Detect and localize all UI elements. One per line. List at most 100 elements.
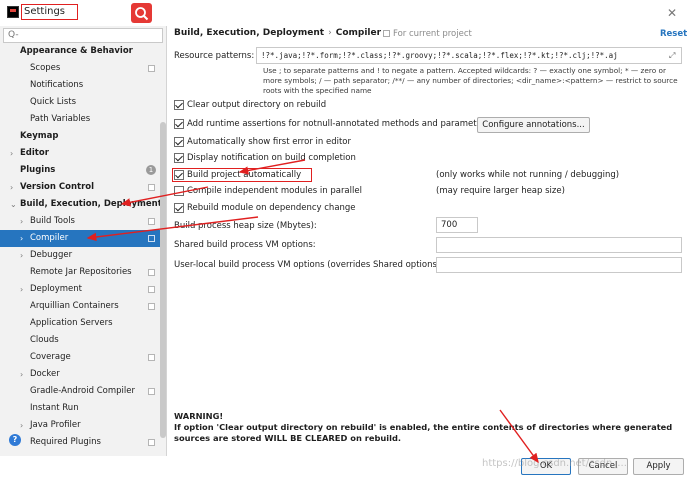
sidebar-item-remote-jar-repositories[interactable]: Remote Jar Repositories: [0, 264, 160, 281]
chevron-down-icon[interactable]: ⌄: [10, 196, 17, 213]
sidebar-item-compiler[interactable]: › Compiler: [0, 230, 160, 247]
sidebar-item-application-servers[interactable]: Application Servers: [0, 315, 160, 332]
sidebar-item-required-plugins[interactable]: Required Plugins: [0, 434, 160, 451]
rebuild-dependency-label: Rebuild module on dependency change: [187, 203, 356, 213]
sidebar-item-editor[interactable]: › Editor: [0, 145, 160, 162]
rebuild-dependency-checkbox[interactable]: [174, 203, 184, 213]
sidebar-search-input[interactable]: Q-: [3, 28, 163, 43]
for-current-project-label: For current project: [383, 29, 472, 39]
help-icon[interactable]: ?: [9, 434, 21, 446]
sidebar-scrollbar[interactable]: [160, 122, 166, 438]
settings-tree: Appearance & Behavior Scopes Notifications…: [0, 43, 162, 451]
resource-patterns-input[interactable]: !?*.java;!?*.form;!?*.class;!?*.groovy;!…: [256, 47, 682, 64]
project-scope-icon: [148, 218, 155, 225]
chevron-right-icon[interactable]: ›: [10, 179, 13, 196]
search-field-icon: Q-: [8, 30, 19, 40]
user-vm-options-input[interactable]: [436, 257, 682, 273]
sidebar-item-label: Gradle-Android Compiler: [30, 386, 135, 396]
sidebar-item-java-profiler[interactable]: › Java Profiler: [0, 417, 160, 434]
sidebar-item-label: Keymap: [20, 131, 59, 141]
warning-title: WARNING!: [174, 411, 224, 421]
sidebar-item-label: Quick Lists: [30, 97, 77, 107]
apply-button[interactable]: Apply: [633, 458, 684, 475]
resource-patterns-hint: Use ; to separate patterns and ! to nega…: [263, 66, 678, 95]
chevron-right-icon[interactable]: ›: [10, 145, 13, 162]
sidebar-item-plugins[interactable]: Plugins 1: [0, 162, 160, 179]
sidebar-item-label: Plugins: [20, 165, 56, 175]
sidebar-item-instant-run[interactable]: Instant Run: [0, 400, 160, 417]
sidebar-item-gradle-android-compiler[interactable]: Gradle-Android Compiler: [0, 383, 160, 400]
sidebar-item-label: Docker: [30, 369, 60, 379]
sidebar-item-label: Required Plugins: [30, 437, 101, 447]
chevron-right-icon[interactable]: ›: [20, 213, 23, 230]
show-first-error-checkbox[interactable]: [174, 137, 184, 147]
intellij-app-icon: [7, 6, 19, 18]
sidebar-item-scopes[interactable]: Scopes: [0, 60, 160, 77]
sidebar-item-keymap[interactable]: Keymap: [0, 128, 160, 145]
configure-annotations-button[interactable]: Configure annotations...: [477, 117, 590, 133]
expand-field-icon[interactable]: ⤢: [669, 51, 675, 61]
project-scope-icon: [148, 388, 155, 395]
heap-size-label: Build process heap size (Mbytes):: [174, 221, 317, 231]
title-bar: Settings ✕: [0, 0, 692, 26]
annotation-highlight-box: [172, 168, 312, 182]
sidebar-item-version-control[interactable]: › Version Control: [0, 179, 160, 196]
sidebar-item-label: Coverage: [30, 352, 71, 362]
sidebar-item-label: Deployment: [30, 284, 82, 294]
compile-parallel-note: (may require larger heap size): [436, 186, 565, 196]
add-assertions-checkbox[interactable]: [174, 119, 184, 129]
sidebar-item-label: Build, Execution, Deployment: [20, 199, 162, 209]
heap-size-input[interactable]: 700: [436, 217, 478, 233]
sidebar-item-label: Scopes: [30, 63, 61, 73]
sidebar-item-label: Clouds: [30, 335, 59, 345]
sidebar-item-build-tools[interactable]: › Build Tools: [0, 213, 160, 230]
sidebar-item-debugger[interactable]: › Debugger: [0, 247, 160, 264]
annotation-title-box: [21, 4, 78, 20]
sidebar-item-arquillian-containers[interactable]: Arquillian Containers: [0, 298, 160, 315]
chevron-right-icon[interactable]: ›: [20, 366, 23, 383]
reset-link[interactable]: Reset: [660, 29, 687, 39]
compile-parallel-checkbox[interactable]: [174, 186, 184, 196]
display-notification-checkbox[interactable]: [174, 153, 184, 163]
search-settings-button[interactable]: [131, 3, 152, 23]
sidebar-item-label: Notifications: [30, 80, 84, 90]
sidebar-item-deployment[interactable]: › Deployment: [0, 281, 160, 298]
sidebar-item-label: Version Control: [20, 182, 95, 192]
shared-vm-options-input[interactable]: [436, 237, 682, 253]
clear-output-label: Clear output directory on rebuild: [187, 100, 327, 110]
settings-sidebar: Q- Appearance & Behavior Scopes Notificati…: [0, 26, 167, 456]
chevron-right-icon[interactable]: ›: [20, 230, 23, 247]
sidebar-item-quick-lists[interactable]: Quick Lists: [0, 94, 160, 111]
update-count-badge: 1: [146, 165, 156, 175]
sidebar-item-label: Arquillian Containers: [30, 301, 119, 311]
sidebar-item-label: Editor: [20, 148, 49, 158]
sidebar-item-label: Application Servers: [30, 318, 113, 328]
breadcrumb: Build, Execution, Deployment › Compiler: [174, 28, 381, 38]
sidebar-item-clouds[interactable]: Clouds: [0, 332, 160, 349]
show-first-error-label: Automatically show first error in editor: [187, 137, 351, 147]
shared-vm-options-label: Shared build process VM options:: [174, 240, 316, 250]
warning-message: WARNING! If option 'Clear output directo…: [174, 411, 684, 444]
resource-patterns-label: Resource patterns:: [174, 51, 255, 61]
sidebar-item-notifications[interactable]: Notifications: [0, 77, 160, 94]
chevron-right-icon[interactable]: ›: [20, 281, 23, 298]
sidebar-item-label: Remote Jar Repositories: [30, 267, 132, 277]
watermark-url: https://blog.csdn.net/csdn_...: [482, 458, 627, 469]
sidebar-item-appearance-behavior[interactable]: Appearance & Behavior: [0, 43, 160, 60]
sidebar-item-build-execution-deployment[interactable]: ⌄ Build, Execution, Deployment: [0, 196, 162, 213]
project-scope-icon: [148, 286, 155, 293]
project-scope-icon: [148, 354, 155, 361]
breadcrumb-current: Compiler: [335, 28, 382, 38]
clear-output-checkbox[interactable]: [174, 100, 184, 110]
close-window-icon[interactable]: ✕: [667, 6, 677, 20]
sidebar-item-label: Path Variables: [30, 114, 91, 124]
breadcrumb-separator: ›: [328, 28, 332, 38]
sidebar-item-path-variables[interactable]: Path Variables: [0, 111, 160, 128]
sidebar-item-docker[interactable]: › Docker: [0, 366, 160, 383]
sidebar-item-label: Java Profiler: [30, 420, 81, 430]
chevron-right-icon[interactable]: ›: [20, 417, 23, 434]
project-scope-icon: [383, 30, 390, 37]
sidebar-item-coverage[interactable]: Coverage: [0, 349, 160, 366]
chevron-right-icon[interactable]: ›: [20, 247, 23, 264]
add-assertions-label: Add runtime assertions for notnull-annot…: [187, 119, 490, 129]
